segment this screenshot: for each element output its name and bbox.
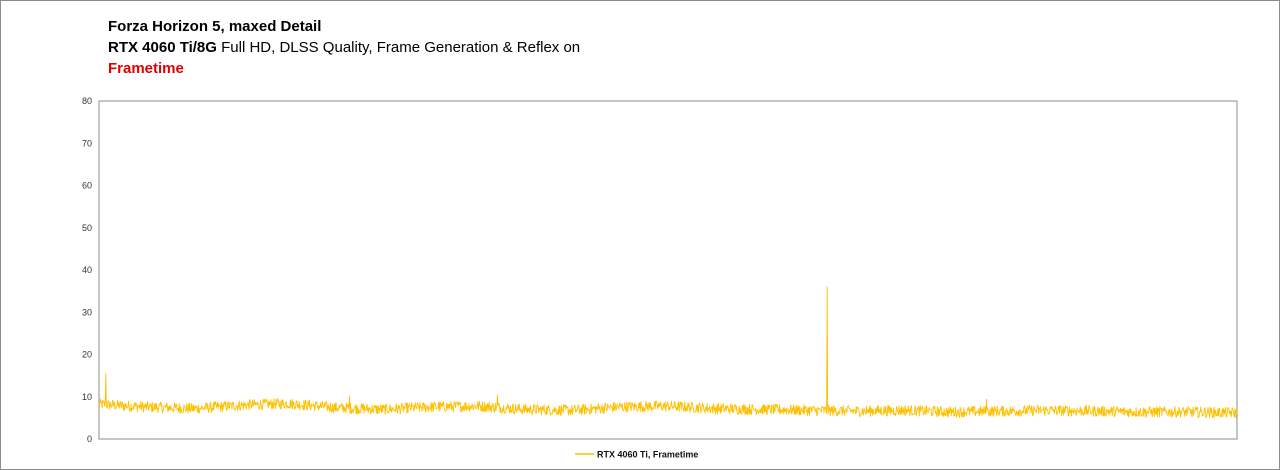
y-tick-label: 0 xyxy=(87,434,92,444)
y-tick-label: 50 xyxy=(82,223,92,233)
y-tick-label: 80 xyxy=(82,96,92,106)
series-line-frametime xyxy=(98,286,1238,419)
y-tick-label: 30 xyxy=(82,307,92,317)
y-tick-label: 10 xyxy=(82,392,92,402)
y-tick-label: 40 xyxy=(82,265,92,275)
frametime-chart: 0 10 20 30 40 50 60 70 80 RTX 4060 Ti, Frametime xyxy=(82,96,1238,460)
y-tick-label: 20 xyxy=(82,350,92,360)
y-tick-label: 60 xyxy=(82,181,92,191)
legend: RTX 4060 Ti, Frametime xyxy=(575,450,698,460)
series-group xyxy=(98,286,1238,419)
y-tick-label: 70 xyxy=(82,138,92,148)
y-axis: 0 10 20 30 40 50 60 70 80 xyxy=(82,96,92,444)
plot-area xyxy=(98,100,1238,440)
legend-label: RTX 4060 Ti, Frametime xyxy=(597,450,698,460)
